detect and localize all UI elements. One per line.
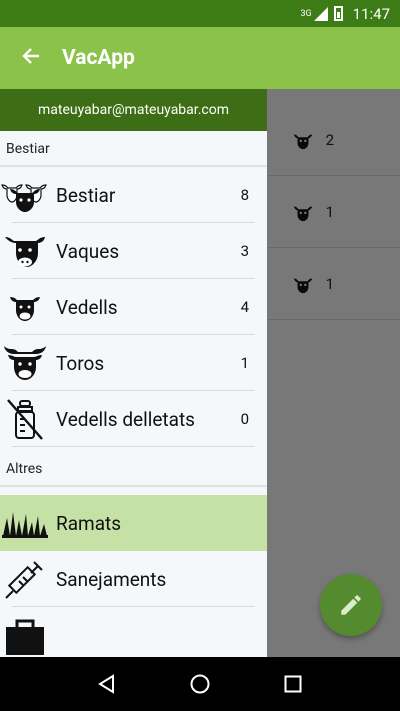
user-email: mateuyabar@mateuyabar.com xyxy=(38,102,229,118)
drawer-item-label: Ramats xyxy=(56,511,122,535)
section-label-bestiar: Bestiar xyxy=(6,141,50,157)
app-title: VacApp xyxy=(62,46,135,70)
pencil-icon xyxy=(341,595,361,615)
drawer-item-bestiar[interactable]: Bestiar 8 xyxy=(0,167,267,223)
calf-icon xyxy=(0,291,50,323)
cow-icon xyxy=(0,231,50,271)
recents-square-icon[interactable] xyxy=(282,673,304,695)
drawer-item-label: Toros xyxy=(56,351,105,375)
drawer-item-toros[interactable]: Toros 1 xyxy=(0,335,267,391)
signal-icon: 3G xyxy=(300,6,328,21)
section-divider xyxy=(0,485,267,487)
drawer-item-count: 0 xyxy=(240,410,249,428)
drawer-item-label: Vedells xyxy=(56,295,118,319)
divider xyxy=(12,446,255,447)
home-circle-icon[interactable] xyxy=(189,673,211,695)
cattle-herd-icon xyxy=(0,175,50,215)
drawer-item-partial[interactable] xyxy=(0,607,267,657)
drawer-item-vedells-delletats[interactable]: Vedells delletats 0 xyxy=(0,391,267,447)
drawer-item-count: 4 xyxy=(240,298,249,316)
status-bar: 3G 11:47 xyxy=(0,0,400,27)
battery-icon xyxy=(333,6,343,21)
drawer-item-count: 8 xyxy=(240,186,249,204)
drawer-item-sanejaments[interactable]: Sanejaments xyxy=(0,551,267,607)
drawer-item-ramats[interactable]: Ramats xyxy=(0,495,267,551)
drawer-item-label: Vaques xyxy=(56,239,120,263)
drawer-item-vaques[interactable]: Vaques 3 xyxy=(0,223,267,279)
navigation-drawer: mateuyabar@mateuyabar.com Bestiar Bestia… xyxy=(0,89,267,657)
drawer-item-count: 1 xyxy=(240,354,249,372)
drawer-item-vedells[interactable]: Vedells 4 xyxy=(0,279,267,335)
edit-fab-button[interactable] xyxy=(320,574,382,636)
network-type: 3G xyxy=(300,8,312,19)
clock: 11:47 xyxy=(352,4,390,23)
drawer-item-label: Vedells delletats xyxy=(56,407,195,431)
drawer-item-label: Sanejaments xyxy=(56,567,167,591)
syringe-icon xyxy=(0,557,50,601)
bull-icon xyxy=(0,343,50,383)
app-bar: VacApp xyxy=(0,27,400,89)
baby-bottle-crossed-icon xyxy=(0,397,50,441)
system-nav-bar xyxy=(0,657,400,711)
drawer-item-count: 3 xyxy=(240,242,249,260)
grass-icon xyxy=(0,508,50,538)
drawer-item-label: Bestiar xyxy=(56,183,116,207)
section-label-altres: Altres xyxy=(6,461,43,477)
back-arrow-icon[interactable] xyxy=(0,44,62,72)
briefcase-icon xyxy=(0,613,50,657)
back-triangle-icon[interactable] xyxy=(96,673,118,695)
drawer-header: mateuyabar@mateuyabar.com xyxy=(0,89,267,131)
